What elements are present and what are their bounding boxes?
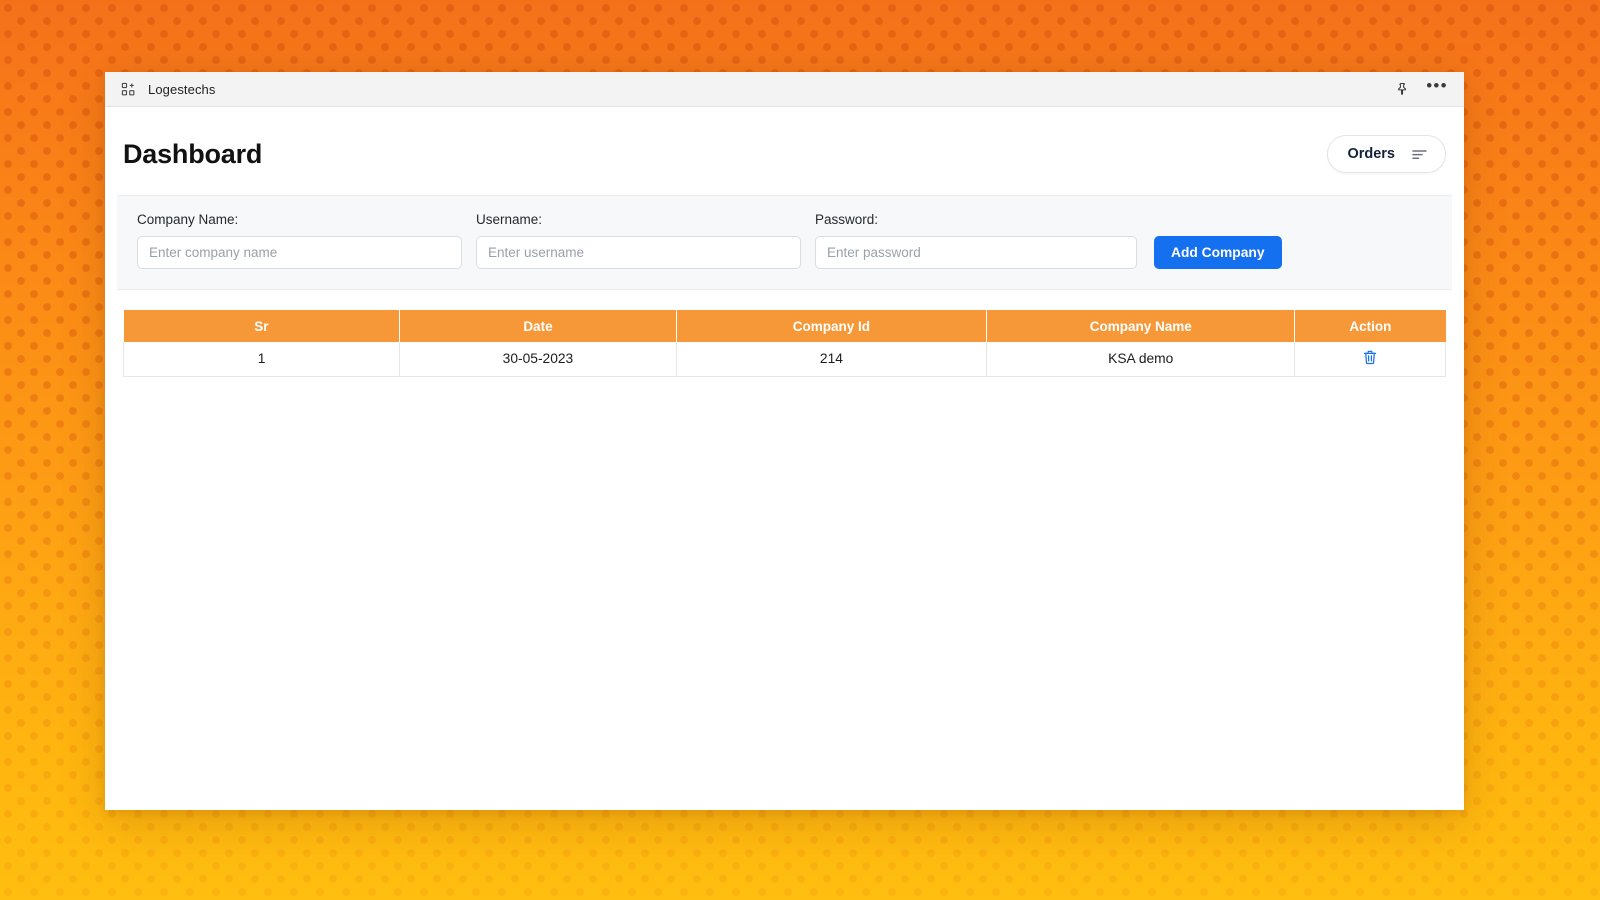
company-name-input[interactable]	[137, 236, 462, 269]
cell-sr: 1	[122, 342, 401, 377]
pin-button[interactable]	[1389, 77, 1415, 101]
table-header-row: Sr Date Company Id Company Name Action	[123, 310, 1446, 342]
table-body: 1 30-05-2023 214 KSA demo	[122, 342, 1446, 377]
window-title: Logestechs	[148, 81, 216, 97]
page-content: Dashboard Orders Company Name: Enter com…	[105, 107, 1464, 810]
app-window: Logestechs ••• Dashboard Orders Company …	[105, 72, 1464, 810]
company-name-label: Company Name:	[137, 212, 239, 227]
pin-icon	[1395, 82, 1410, 97]
username-field: Username:	[476, 212, 801, 269]
table-row: 1 30-05-2023 214 KSA demo	[122, 342, 1446, 377]
table-header: Sr Date Company Id Company Name Action	[123, 310, 1446, 342]
column-header-company-id: Company Id	[676, 310, 988, 342]
trash-icon	[1363, 350, 1377, 365]
column-header-company-name: Company Name	[986, 310, 1296, 342]
password-input[interactable]	[815, 236, 1137, 269]
desktop-background: Logestechs ••• Dashboard Orders Company …	[0, 0, 1600, 900]
company-name-field: Company Name:	[137, 212, 462, 269]
more-horizontal-icon: •••	[1426, 76, 1448, 95]
companies-table: Sr Date Company Id Company Name Action 1…	[122, 310, 1446, 377]
orders-button[interactable]: Orders	[1327, 135, 1446, 173]
companies-table-container: Sr Date Company Id Company Name Action 1…	[117, 290, 1452, 377]
page-header: Dashboard Orders	[117, 107, 1452, 195]
password-label: Password:	[815, 212, 879, 227]
window-titlebar: Logestechs •••	[105, 72, 1464, 107]
orders-button-label: Orders	[1347, 146, 1395, 162]
add-company-form: Company Name: Username: Password: Add Co…	[117, 195, 1452, 290]
titlebar-left-group: Logestechs	[121, 82, 216, 97]
apps-grid-icon	[121, 82, 136, 97]
cell-date: 30-05-2023	[399, 342, 677, 377]
cell-company-name: KSA demo	[986, 342, 1296, 377]
cell-company-id: 214	[676, 342, 988, 377]
column-header-sr: Sr	[123, 310, 401, 342]
more-options-button[interactable]: •••	[1424, 77, 1450, 101]
column-header-date: Date	[399, 310, 677, 342]
column-header-action: Action	[1294, 310, 1446, 342]
filter-sort-icon	[1411, 148, 1428, 161]
add-company-button[interactable]: Add Company	[1154, 236, 1282, 269]
username-label: Username:	[476, 212, 543, 227]
password-field: Password:	[815, 212, 1137, 269]
delete-row-button[interactable]	[1363, 350, 1377, 365]
page-title: Dashboard	[123, 138, 263, 169]
titlebar-controls: •••	[1389, 77, 1450, 101]
username-input[interactable]	[476, 236, 801, 269]
cell-action	[1294, 342, 1446, 377]
